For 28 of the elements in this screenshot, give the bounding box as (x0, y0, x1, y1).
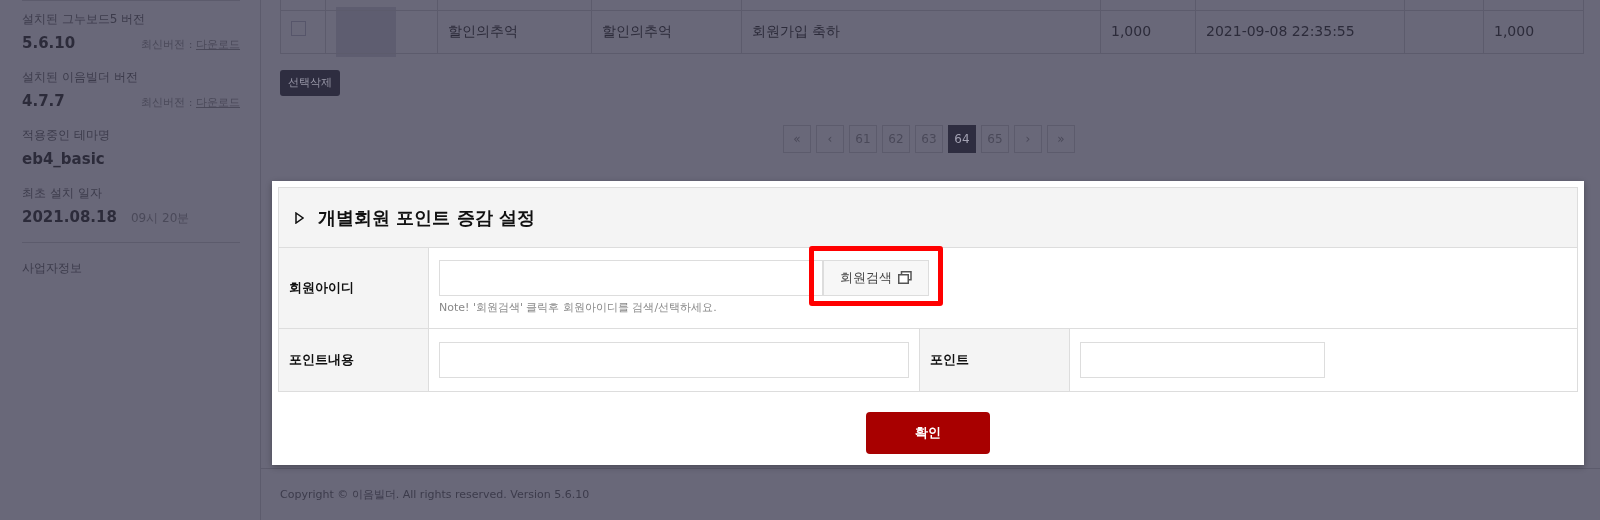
delete-selected-button[interactable]: 선택삭제 (280, 69, 340, 96)
info-value: eb4_basic (22, 148, 105, 170)
triangle-icon (295, 211, 304, 224)
point-content-field[interactable] (439, 342, 909, 378)
member-search-button[interactable]: 회원검색 (823, 259, 929, 296)
table-cell: 1,000 (1111, 23, 1152, 39)
table-cell: 할인의추억 (448, 23, 518, 39)
page-link[interactable]: » (1047, 125, 1075, 153)
table-cell: 할인의추억 (602, 23, 672, 39)
table-cell: 2021-09-08 22:35:55 (1206, 23, 1355, 39)
field-label: 포인트 (930, 352, 969, 368)
confirm-button[interactable]: 확인 (866, 412, 990, 454)
info-value: 5.6.10 (22, 32, 76, 54)
field-label: 포인트내용 (289, 352, 354, 368)
member-id-field[interactable] (439, 259, 823, 296)
info-value: 4.7.7 (22, 90, 65, 112)
table-cell: 회원가입 축하 (752, 23, 841, 39)
point-field[interactable] (1080, 342, 1325, 378)
page-link[interactable]: ‹ (816, 125, 844, 153)
field-label: 회원아이디 (289, 280, 354, 296)
page-link[interactable]: 64 (948, 125, 976, 153)
info-value: 2021.08.18 (22, 206, 117, 228)
hint-text: Note! '회원검색' 클릭후 회원아이디를 검색/선택하세요. (439, 299, 718, 316)
windows-icon (898, 271, 912, 285)
table-cell: 1,000 (1494, 23, 1535, 39)
modal-title: 개별회원 포인트 증감 설정 (318, 206, 535, 230)
page-link[interactable]: « (783, 125, 811, 153)
page-link[interactable]: › (1014, 125, 1042, 153)
